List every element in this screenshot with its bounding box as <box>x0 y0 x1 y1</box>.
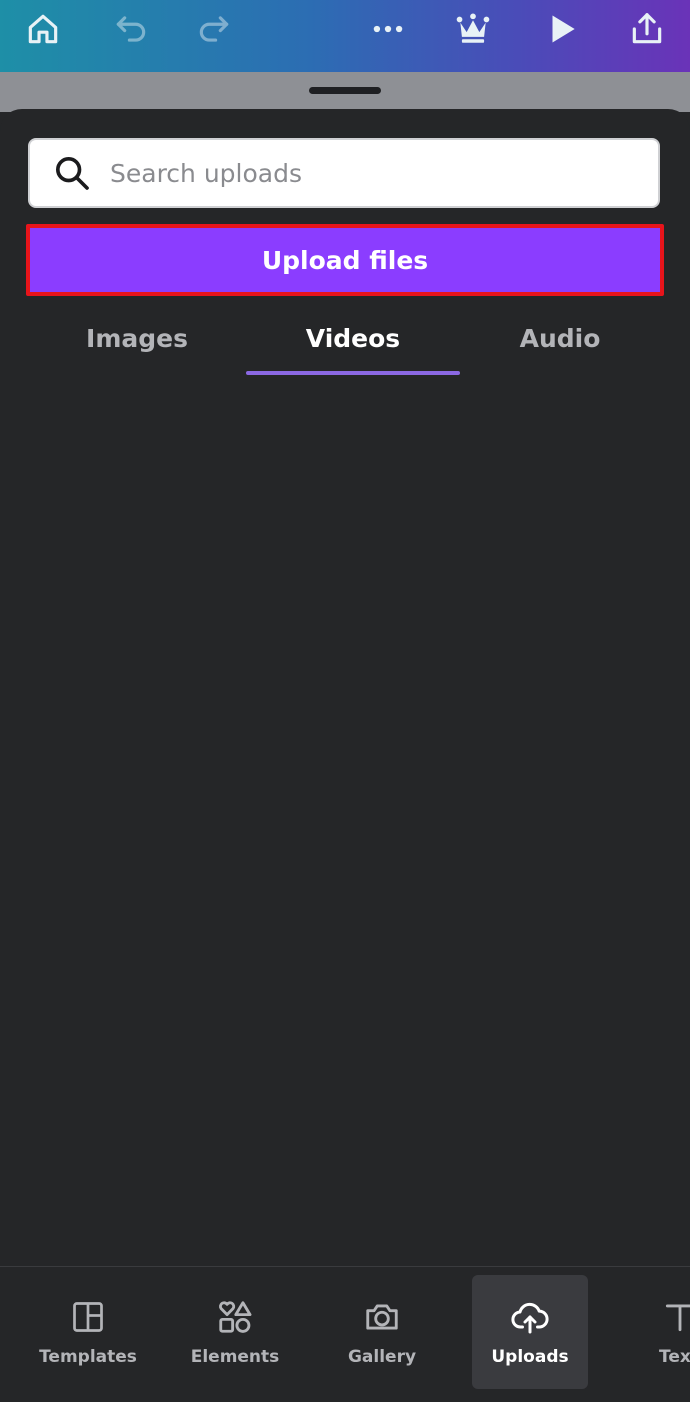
redo-icon[interactable] <box>193 8 235 50</box>
elements-icon <box>215 1297 255 1337</box>
upload-files-label: Upload files <box>261 245 429 275</box>
search-input[interactable] <box>108 157 658 189</box>
nav-elements[interactable]: Elements <box>177 1275 293 1389</box>
active-tab-indicator <box>246 371 460 375</box>
nav-templates[interactable]: Templates <box>30 1275 146 1389</box>
nav-gallery[interactable]: Gallery <box>324 1275 440 1389</box>
tab-images[interactable]: Images <box>30 312 244 364</box>
undo-icon[interactable] <box>110 8 152 50</box>
play-icon[interactable] <box>541 8 583 50</box>
nav-elements-label: Elements <box>190 1347 280 1367</box>
more-icon[interactable] <box>367 8 409 50</box>
upload-files-button[interactable]: Upload files <box>26 224 664 296</box>
tab-videos[interactable]: Videos <box>246 312 460 364</box>
nav-uploads-label: Uploads <box>491 1347 569 1367</box>
camera-icon <box>362 1297 402 1337</box>
tab-audio-label: Audio <box>519 323 601 353</box>
home-icon[interactable] <box>22 8 64 50</box>
nav-text-label: Tex <box>659 1347 690 1367</box>
crown-icon[interactable] <box>452 8 494 50</box>
nav-text[interactable]: Tex <box>616 1275 690 1389</box>
tab-images-label: Images <box>86 323 188 353</box>
text-icon <box>660 1297 690 1337</box>
cloud-upload-icon <box>510 1297 550 1337</box>
nav-templates-label: Templates <box>39 1347 137 1367</box>
uploads-panel <box>0 109 690 1401</box>
bottom-nav: Templates Elements Gallery Uploads Tex <box>0 1266 690 1402</box>
tab-audio[interactable]: Audio <box>453 312 667 364</box>
nav-gallery-label: Gallery <box>347 1347 417 1367</box>
templates-icon <box>68 1297 108 1337</box>
tab-videos-label: Videos <box>305 323 401 353</box>
search-bar[interactable] <box>28 138 660 208</box>
panel-drag-handle[interactable] <box>309 87 381 94</box>
share-icon[interactable] <box>626 8 668 50</box>
search-icon <box>52 153 92 193</box>
nav-uploads[interactable]: Uploads <box>472 1275 588 1389</box>
top-toolbar <box>0 0 690 72</box>
